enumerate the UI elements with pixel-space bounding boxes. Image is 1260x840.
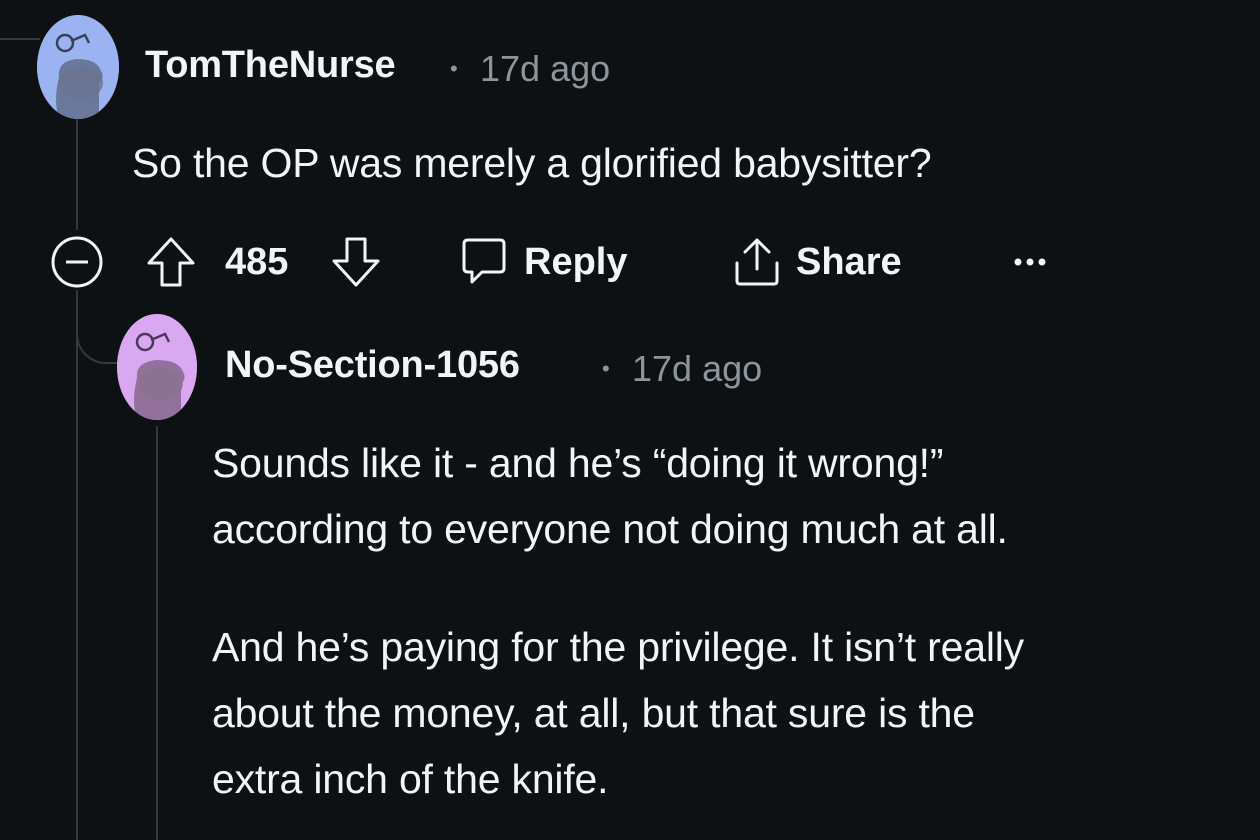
more-dots-icon [1014, 258, 1046, 266]
vote-score: 485 [225, 240, 289, 283]
more-options-button[interactable] [1012, 232, 1048, 292]
reply-button[interactable]: Reply [458, 232, 627, 292]
reply-label: Reply [524, 240, 628, 283]
meta-separator: • [602, 356, 610, 381]
reply-thread-connector [76, 290, 122, 364]
upvote-button[interactable] [145, 232, 197, 292]
downvote-button[interactable] [330, 232, 382, 292]
downvote-arrow-icon [332, 237, 380, 287]
share-icon [735, 238, 779, 286]
comment-body-line: Sounds like it - and he’s “doing it wron… [212, 440, 944, 486]
comment-body-line: extra inch of the knife. [212, 756, 609, 802]
share-button[interactable]: Share [732, 232, 902, 292]
avatar[interactable] [37, 15, 119, 119]
meta-separator: • [450, 56, 458, 81]
comment-thread: TomTheNurse • 17d ago So the OP was mere… [0, 0, 1260, 840]
comment-action-bar: 485 Reply Share [50, 232, 1070, 292]
reply-bubble-icon [462, 238, 506, 284]
comment-author[interactable]: No-Section-1056 [225, 344, 520, 387]
thread-line-comment-1[interactable] [76, 118, 78, 230]
comment-timestamp[interactable]: 17d ago [480, 48, 610, 90]
comment-body-line: according to everyone not doing much at … [212, 506, 1008, 552]
share-label: Share [796, 240, 902, 283]
parent-thread-connector [0, 0, 40, 40]
snoo-avatar-icon [37, 15, 119, 119]
thread-line-comment-1-lower[interactable] [76, 290, 78, 840]
comment-body-line: about the money, at all, but that sure i… [212, 690, 975, 736]
comment-body-line: So the OP was merely a glorified babysit… [132, 140, 932, 186]
upvote-arrow-icon [147, 237, 195, 287]
avatar[interactable] [117, 314, 197, 420]
collapse-minus-icon [51, 236, 103, 288]
snoo-avatar-icon [117, 314, 197, 420]
collapse-button[interactable] [50, 232, 104, 292]
comment-timestamp[interactable]: 17d ago [632, 348, 762, 390]
thread-line-comment-2[interactable] [156, 426, 158, 840]
comment-body-line: And he’s paying for the privilege. It is… [212, 624, 1024, 670]
comment-author[interactable]: TomTheNurse [145, 44, 396, 87]
